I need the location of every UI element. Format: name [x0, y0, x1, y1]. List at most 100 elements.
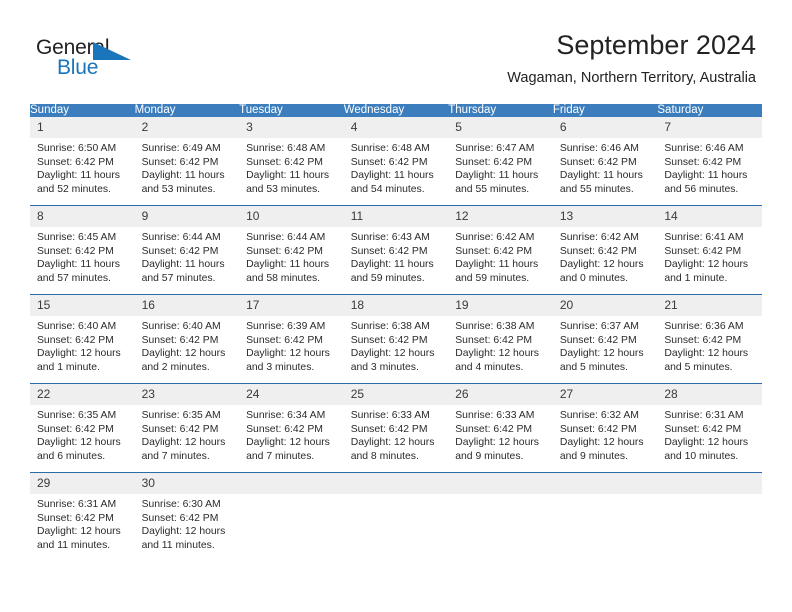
day-number: 18: [343, 295, 449, 316]
calendar-day-cell[interactable]: 29 Sunrise: 6:31 AM Sunset: 6:42 PM Dayligh…: [30, 472, 135, 561]
daylight-text-line2: and 55 minutes.: [455, 183, 530, 195]
sunset-text: Sunset: 6:42 PM: [141, 334, 219, 346]
calendar-day-cell[interactable]: 8 Sunrise: 6:45 AM Sunset: 6:42 PM Daylight…: [30, 205, 135, 295]
day-number: 27: [552, 384, 658, 405]
daylight-text-line2: and 3 minutes.: [350, 361, 419, 373]
sunset-text: Sunset: 6:42 PM: [141, 156, 219, 168]
day-number: 14: [657, 206, 762, 227]
calendar-day-cell[interactable]: 19 Sunrise: 6:38 AM Sunset: 6:42 PM Dayligh…: [448, 294, 553, 384]
calendar-day-cell[interactable]: 15 Sunrise: 6:40 AM Sunset: 6:42 PM Dayligh…: [30, 294, 135, 384]
calendar-day-cell[interactable]: 10 Sunrise: 6:44 AM Sunset: 6:42 PM Dayligh…: [239, 205, 344, 295]
sunrise-text: Sunrise: 6:40 AM: [37, 321, 117, 332]
calendar-day-cell[interactable]: 20 Sunrise: 6:37 AM Sunset: 6:42 PM Dayligh…: [552, 294, 658, 384]
daylight-text-line1: Daylight: 11 hours: [455, 170, 539, 182]
weekday-header-monday: Monday: [134, 104, 240, 117]
calendar-week-row: 22 Sunrise: 6:35 AM Sunset: 6:42 PM Dayligh…: [30, 383, 762, 473]
daylight-text-line2: and 6 minutes.: [37, 450, 106, 462]
daylight-text-line1: Daylight: 11 hours: [37, 170, 120, 182]
calendar-day-cell[interactable]: 27 Sunrise: 6:32 AM Sunset: 6:42 PM Dayligh…: [552, 383, 658, 473]
day-number: 26: [448, 384, 553, 405]
weekday-header-friday: Friday: [552, 104, 658, 117]
daylight-text-line1: Daylight: 12 hours: [37, 348, 121, 360]
calendar-day-cell-empty: [343, 472, 449, 561]
daylight-text-line2: and 10 minutes.: [664, 450, 739, 462]
calendar-day-cell[interactable]: 22 Sunrise: 6:35 AM Sunset: 6:42 PM Dayligh…: [30, 383, 135, 473]
calendar-day-cell[interactable]: 2 Sunrise: 6:49 AM Sunset: 6:42 PM Daylight…: [134, 117, 240, 206]
day-number: [448, 473, 553, 494]
calendar-day-cell[interactable]: 23 Sunrise: 6:35 AM Sunset: 6:42 PM Dayligh…: [134, 383, 240, 473]
calendar-day-cell[interactable]: 5 Sunrise: 6:47 AM Sunset: 6:42 PM Daylight…: [448, 117, 553, 206]
brand-logo[interactable]: General Blue: [36, 36, 156, 82]
calendar-day-cell[interactable]: 17 Sunrise: 6:39 AM Sunset: 6:42 PM Dayligh…: [239, 294, 344, 384]
calendar-day-cell[interactable]: 18 Sunrise: 6:38 AM Sunset: 6:42 PM Dayligh…: [343, 294, 449, 384]
daylight-text-line1: Daylight: 12 hours: [559, 259, 644, 271]
daylight-text-line1: Daylight: 11 hours: [350, 259, 434, 271]
daylight-text-line2: and 5 minutes.: [559, 361, 628, 373]
calendar-day-cell[interactable]: 12 Sunrise: 6:42 AM Sunset: 6:42 PM Dayligh…: [448, 205, 553, 295]
sunrise-text: Sunrise: 6:46 AM: [664, 143, 744, 154]
calendar-day-cell[interactable]: 16 Sunrise: 6:40 AM Sunset: 6:42 PM Dayligh…: [134, 294, 240, 384]
daylight-text-line2: and 1 minute.: [37, 361, 100, 373]
calendar-day-cell[interactable]: 4 Sunrise: 6:48 AM Sunset: 6:42 PM Daylight…: [343, 117, 449, 206]
daylight-text-line2: and 11 minutes.: [37, 539, 111, 551]
daylight-text-line1: Daylight: 12 hours: [664, 437, 749, 449]
daylight-text-line1: Daylight: 11 hours: [141, 259, 225, 271]
weekday-header-sunday: Sunday: [30, 104, 135, 117]
calendar-day-cell-empty: [448, 472, 553, 561]
calendar-header-row: Sunday Monday Tuesday Wednesday Thursday…: [30, 104, 762, 117]
calendar-week-row: 29 Sunrise: 6:31 AM Sunset: 6:42 PM Dayligh…: [30, 472, 762, 561]
sunset-text: Sunset: 6:42 PM: [350, 334, 428, 346]
daylight-text-line2: and 53 minutes.: [246, 183, 321, 195]
calendar-day-cell[interactable]: 11 Sunrise: 6:43 AM Sunset: 6:42 PM Dayligh…: [343, 205, 449, 295]
day-number: 19: [448, 295, 553, 316]
day-number: [343, 473, 449, 494]
day-number: 29: [30, 473, 135, 494]
sunrise-text: Sunrise: 6:40 AM: [141, 321, 221, 332]
calendar-week-row: 1 Sunrise: 6:50 AM Sunset: 6:42 PM Daylight…: [30, 117, 762, 206]
sunset-text: Sunset: 6:42 PM: [664, 423, 742, 435]
calendar-day-cell[interactable]: 14 Sunrise: 6:41 AM Sunset: 6:42 PM Dayligh…: [657, 205, 762, 295]
daylight-text-line1: Daylight: 12 hours: [455, 437, 539, 449]
calendar-day-cell[interactable]: 21 Sunrise: 6:36 AM Sunset: 6:42 PM Dayligh…: [657, 294, 762, 384]
calendar-day-cell[interactable]: 25 Sunrise: 6:33 AM Sunset: 6:42 PM Dayligh…: [343, 383, 449, 473]
day-number: 23: [134, 384, 240, 405]
day-number: 5: [448, 117, 553, 138]
calendar-day-cell[interactable]: 28 Sunrise: 6:31 AM Sunset: 6:42 PM Dayligh…: [657, 383, 762, 473]
daylight-text-line1: Daylight: 12 hours: [559, 348, 644, 360]
sunrise-text: Sunrise: 6:38 AM: [455, 321, 535, 332]
sunset-text: Sunset: 6:42 PM: [246, 334, 323, 346]
daylight-text-line1: Daylight: 12 hours: [246, 437, 330, 449]
sunrise-text: Sunrise: 6:50 AM: [37, 143, 117, 154]
daylight-text-line1: Daylight: 12 hours: [455, 348, 539, 360]
daylight-text-line1: Daylight: 12 hours: [141, 526, 226, 538]
day-number: [657, 473, 762, 494]
daylight-text-line2: and 11 minutes.: [141, 539, 215, 551]
day-number: 11: [343, 206, 449, 227]
calendar-day-cell[interactable]: 1 Sunrise: 6:50 AM Sunset: 6:42 PM Daylight…: [30, 117, 135, 206]
page-subtitle: Wagaman, Northern Territory, Australia: [507, 70, 756, 86]
daylight-text-line1: Daylight: 11 hours: [455, 259, 539, 271]
calendar-day-cell[interactable]: 24 Sunrise: 6:34 AM Sunset: 6:42 PM Dayligh…: [239, 383, 344, 473]
sunset-text: Sunset: 6:42 PM: [455, 334, 533, 346]
calendar-day-cell[interactable]: 7 Sunrise: 6:46 AM Sunset: 6:42 PM Daylight…: [657, 117, 762, 206]
daylight-text-line2: and 7 minutes.: [141, 450, 210, 462]
day-number: 16: [134, 295, 240, 316]
calendar-day-cell[interactable]: 3 Sunrise: 6:48 AM Sunset: 6:42 PM Daylight…: [239, 117, 344, 206]
daylight-text-line2: and 55 minutes.: [559, 183, 634, 195]
sunset-text: Sunset: 6:42 PM: [37, 156, 114, 168]
calendar-day-cell[interactable]: 13 Sunrise: 6:42 AM Sunset: 6:42 PM Dayligh…: [552, 205, 658, 295]
weekday-header-tuesday: Tuesday: [239, 104, 344, 117]
weekday-header-thursday: Thursday: [448, 104, 553, 117]
sunset-text: Sunset: 6:42 PM: [37, 423, 114, 435]
day-number: 7: [657, 117, 762, 138]
calendar-day-cell-empty: [552, 472, 658, 561]
day-number: 15: [30, 295, 135, 316]
calendar-day-cell[interactable]: 6 Sunrise: 6:46 AM Sunset: 6:42 PM Daylight…: [552, 117, 658, 206]
sunset-text: Sunset: 6:42 PM: [246, 245, 323, 257]
calendar-day-cell[interactable]: 26 Sunrise: 6:33 AM Sunset: 6:42 PM Dayligh…: [448, 383, 553, 473]
calendar-day-cell[interactable]: 30 Sunrise: 6:30 AM Sunset: 6:42 PM Dayligh…: [134, 472, 240, 561]
calendar-day-cell[interactable]: 9 Sunrise: 6:44 AM Sunset: 6:42 PM Daylight…: [134, 205, 240, 295]
day-number: 9: [134, 206, 240, 227]
day-number: 22: [30, 384, 135, 405]
daylight-text-line2: and 59 minutes.: [350, 272, 425, 284]
